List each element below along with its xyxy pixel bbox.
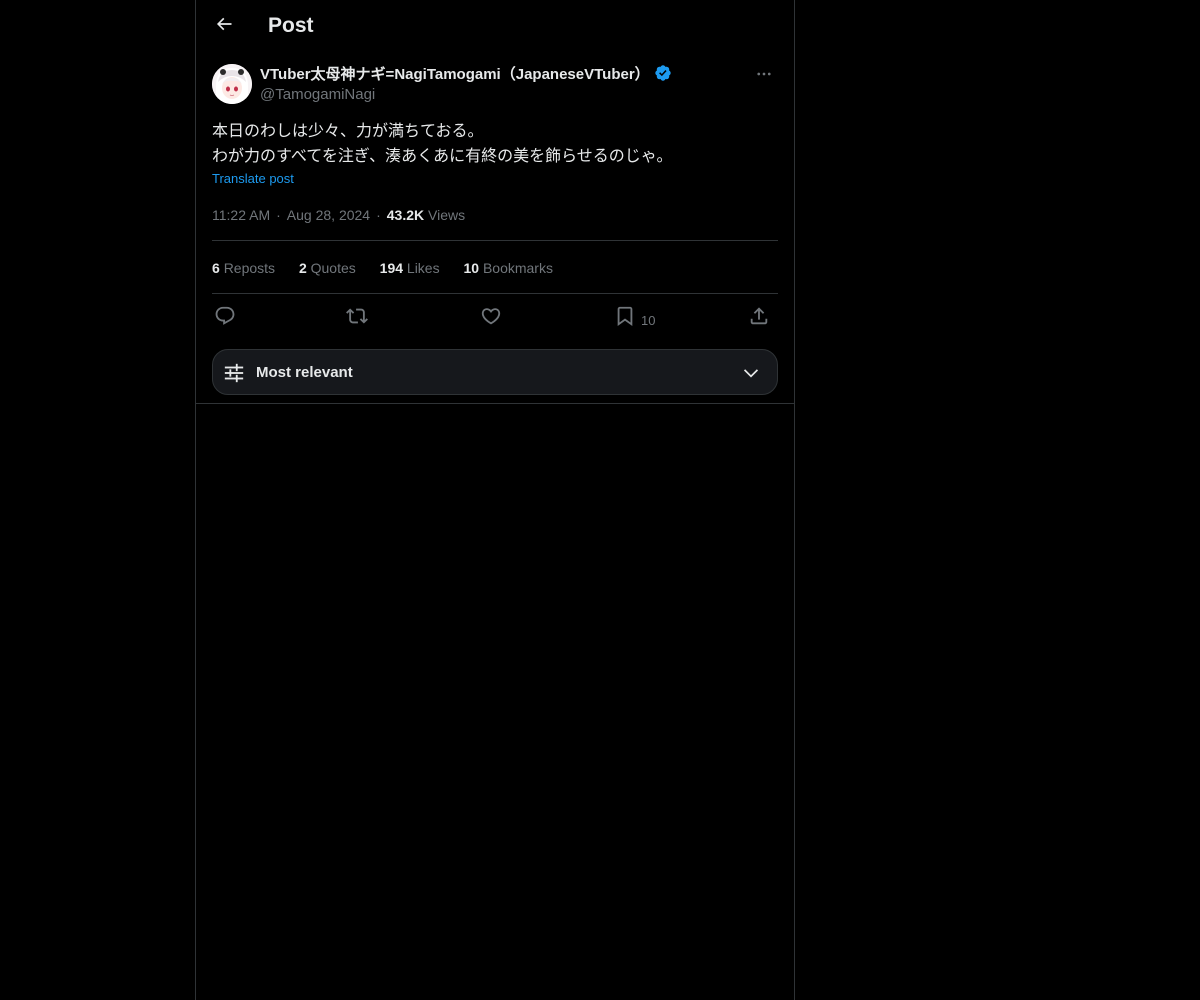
sliders-icon	[223, 362, 245, 389]
reply-sort-dropdown[interactable]: Most relevant	[212, 349, 778, 395]
repost-icon	[346, 305, 368, 332]
views-label: Views	[428, 207, 466, 223]
post-text-line: わが力のすべてを注ぎ、湊あくあに有終の美を飾らせるのじゃ。	[212, 148, 673, 165]
stat-likes[interactable]: 194 Likes	[380, 260, 440, 276]
like-button[interactable]	[480, 304, 502, 332]
divider	[212, 293, 778, 294]
author-name-text: VTuber太母神ナギ=NagiTamogami（JapaneseVTuber）	[260, 66, 650, 83]
divider	[212, 240, 778, 241]
more-options-button[interactable]	[750, 64, 778, 88]
meta-separator: ·	[276, 207, 281, 223]
stat-count: 6	[212, 260, 220, 276]
post-text: 本日のわしは少々、力が満ちておる。 わが力のすべてを注ぎ、湊あくあに有終の美を飾…	[212, 119, 778, 169]
page-title: Post	[268, 14, 314, 37]
meta-separator: ·	[376, 207, 381, 223]
back-button[interactable]	[208, 10, 240, 42]
bookmark-button[interactable]: 10	[614, 304, 655, 332]
stat-label: Bookmarks	[482, 260, 553, 276]
post-actions: 10	[212, 304, 778, 332]
avatar[interactable]	[212, 64, 252, 104]
bookmark-count: 10	[641, 312, 656, 328]
stat-reposts[interactable]: 6 Reposts	[212, 260, 275, 276]
share-button[interactable]	[748, 304, 770, 332]
stat-label: Reposts	[223, 260, 276, 276]
stat-quotes[interactable]: 2 Quotes	[299, 260, 356, 276]
post-header: Post	[196, 0, 794, 53]
author-row: VTuber太母神ナギ=NagiTamogami（JapaneseVTuber）…	[212, 64, 778, 108]
bookmark-icon	[614, 305, 636, 332]
stat-label: Quotes	[310, 260, 356, 276]
chevron-down-icon	[741, 363, 761, 388]
arrow-left-icon	[214, 14, 234, 39]
stat-count: 10	[463, 260, 480, 276]
avatar-image	[212, 64, 252, 104]
share-icon	[748, 305, 770, 332]
reply-button[interactable]	[214, 304, 236, 332]
post-time[interactable]: 11:22 AM	[212, 207, 270, 223]
translate-post-link[interactable]: Translate post	[212, 170, 294, 188]
repost-button[interactable]	[346, 304, 368, 332]
stat-count: 2	[298, 260, 307, 276]
post-text-line: 本日のわしは少々、力が満ちておる。	[212, 123, 484, 140]
more-horizontal-icon	[755, 65, 773, 88]
stat-count: 194	[379, 260, 404, 276]
section-divider	[196, 403, 794, 404]
verified-badge-icon	[654, 64, 672, 88]
post-stats: 6 Reposts 2 Quotes 194 Likes 10 Bookmark…	[212, 258, 573, 278]
post-meta: 11:22 AM · Aug 28, 2024 · 43.2K Views	[212, 205, 465, 225]
stat-bookmarks[interactable]: 10 Bookmarks	[463, 260, 553, 276]
sort-label: Most relevant	[256, 364, 353, 381]
heart-icon	[480, 305, 502, 332]
views-count: 43.2K	[386, 207, 425, 223]
post-detail-column: Post VTuber太母神ナギ=NagiTamogami（JapaneseVT…	[195, 0, 795, 1000]
stat-label: Likes	[406, 260, 440, 276]
author-handle[interactable]: @TamogamiNagi	[260, 85, 375, 105]
post-date[interactable]: Aug 28, 2024	[287, 207, 370, 223]
reply-icon	[214, 305, 236, 332]
